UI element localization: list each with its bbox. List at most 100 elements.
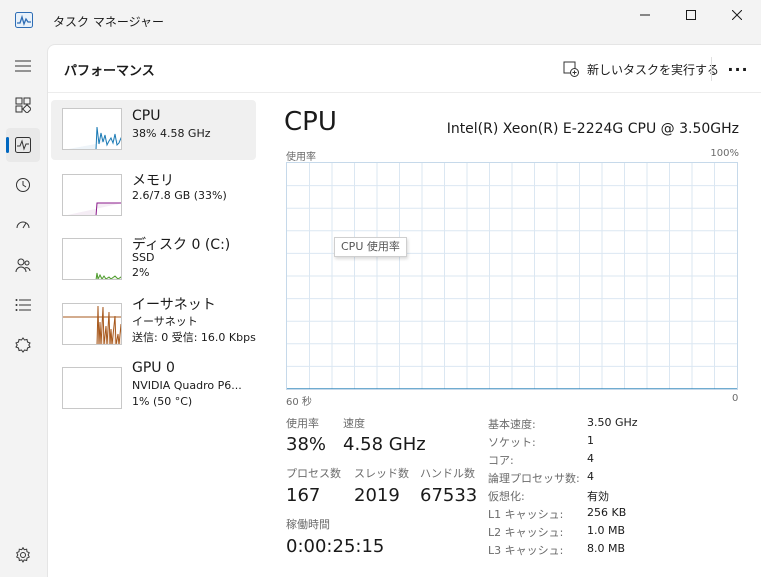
speed-label: 速度 [343, 417, 365, 430]
memory-thumbnail-line [67, 202, 121, 215]
resource-item-cpu[interactable]: CPU 38% 4.58 GHz [51, 100, 256, 160]
resource-item-memory[interactable]: メモリ 2.6/7.8 GB (33%) [51, 166, 256, 226]
hamburger-menu-icon [15, 60, 31, 72]
spec-value: 256 KB [587, 506, 627, 519]
spec-key: ソケット: [488, 436, 536, 449]
spec-value: 4 [587, 470, 594, 483]
handles-label: ハンドル数 [420, 467, 475, 480]
processes-icon [15, 97, 31, 113]
resource-detail-secondary: 1% (50 °C) [132, 395, 193, 408]
spec-value: 1 [587, 434, 594, 447]
spec-key: 仮想化: [488, 490, 525, 503]
details-icon [15, 299, 31, 311]
active-indicator [6, 137, 9, 153]
users-icon [15, 258, 31, 273]
close-button[interactable] [714, 0, 760, 30]
ethernet-thumbnail-graph [62, 303, 122, 345]
nav-processes[interactable] [6, 88, 40, 122]
resource-detail: NVIDIA Quadro P6... [132, 379, 242, 392]
page-title: パフォーマンス [64, 64, 155, 79]
usage-value: 38% [286, 434, 327, 455]
minimize-button[interactable] [622, 0, 668, 30]
spec-key: 基本速度: [488, 418, 536, 431]
resource-item-gpu[interactable]: GPU 0 NVIDIA Quadro P6... 1% (50 °C) [51, 359, 256, 419]
spec-value: 有効 [587, 490, 609, 503]
resource-item-ethernet[interactable]: イーサネット イーサネット 送信: 0 受信: 16.0 Kbps [51, 295, 256, 355]
resource-name: イーサネット [132, 297, 216, 313]
resource-name: GPU 0 [132, 360, 175, 376]
cpu-thumbnail-graph [62, 108, 122, 150]
graph-tooltip: CPU 使用率 [334, 237, 407, 257]
spec-key: コア: [488, 454, 514, 467]
speed-value: 4.58 GHz [343, 434, 426, 455]
nav-services[interactable] [6, 328, 40, 362]
performance-icon [15, 137, 31, 153]
more-options-button[interactable]: ··· [724, 57, 752, 81]
ethernet-thumbnail-line [96, 305, 121, 344]
navigation-rail [0, 44, 47, 577]
header-divider [711, 57, 712, 81]
spec-value: 1.0 MB [587, 524, 626, 537]
graph-label-time-now: 0 [732, 393, 739, 404]
maximize-icon [686, 10, 696, 20]
nav-users[interactable] [6, 248, 40, 282]
processes-label: プロセス数 [286, 467, 341, 480]
cpu-usage-graph [286, 162, 738, 390]
window-title: タスク マネージャー [53, 15, 164, 29]
disk-thumbnail-graph [62, 238, 122, 280]
hamburger-menu-button[interactable] [6, 49, 40, 83]
startup-apps-icon [16, 221, 30, 229]
resource-name: メモリ [132, 173, 174, 189]
graph-label-max: 100% [710, 148, 739, 159]
resource-item-disk[interactable]: ディスク 0 (C:) SSD 2% [51, 230, 256, 290]
nav-startup-apps[interactable] [6, 208, 40, 242]
spec-key: L2 キャッシュ: [488, 526, 564, 539]
usage-label: 使用率 [286, 417, 319, 430]
title-bar: タスク マネージャー [0, 0, 761, 44]
resource-detail-secondary: 2% [132, 266, 150, 279]
resource-detail: 2.6/7.8 GB (33%) [132, 189, 227, 202]
settings-icon [16, 547, 30, 563]
cpu-usage-graph-svg [287, 163, 737, 390]
uptime-value: 0:00:25:15 [286, 536, 385, 557]
run-new-task-label: 新しいタスクを実行する [587, 62, 720, 77]
run-task-icon [563, 61, 579, 77]
cpu-model-name: Intel(R) Xeon(R) E-2224G CPU @ 3.50GHz [446, 121, 739, 137]
maximize-button[interactable] [668, 0, 714, 30]
nav-app-history[interactable] [6, 168, 40, 202]
services-icon [15, 337, 31, 353]
graph-label-usage: 使用率 [286, 152, 316, 163]
processes-value: 167 [286, 485, 321, 506]
resource-detail-secondary: 送信: 0 受信: 16.0 Kbps [132, 331, 256, 344]
spec-key: 論理プロセッサ数: [488, 472, 580, 485]
spec-value: 4 [587, 452, 594, 465]
task-manager-app-icon [15, 12, 33, 28]
nav-settings[interactable] [6, 538, 40, 572]
threads-value: 2019 [354, 485, 400, 506]
threads-label: スレッド数 [354, 467, 409, 480]
app-history-icon [16, 178, 30, 192]
close-icon [732, 10, 742, 20]
detail-title: CPU [284, 107, 337, 137]
resource-detail: 38% 4.58 GHz [132, 127, 211, 140]
memory-thumbnail-graph [62, 174, 122, 216]
resource-detail: SSD [132, 251, 155, 264]
page-header: パフォーマンス 新しいタスクを実行する ··· [48, 45, 761, 93]
uptime-label: 稼働時間 [286, 518, 330, 531]
minimize-icon [640, 14, 650, 16]
spec-key: L1 キャッシュ: [488, 508, 564, 521]
gpu-thumbnail-graph [62, 367, 122, 409]
resource-detail: イーサネット [132, 315, 198, 328]
handles-value: 67533 [420, 485, 478, 506]
nav-performance[interactable] [6, 128, 40, 162]
disk-thumbnail-line [95, 272, 121, 279]
spec-value: 3.50 GHz [587, 416, 638, 429]
cpu-thumbnail-line [68, 126, 121, 149]
content-panel: パフォーマンス 新しいタスクを実行する ··· CPU 38% 4.58 GHz… [47, 44, 761, 577]
resource-name: CPU [132, 108, 161, 124]
run-new-task-button[interactable]: 新しいタスクを実行する [563, 58, 719, 80]
spec-key: L3 キャッシュ: [488, 544, 564, 557]
nav-details[interactable] [6, 288, 40, 322]
spec-value: 8.0 MB [587, 542, 626, 555]
graph-label-time-span: 60 秒 [286, 397, 312, 408]
